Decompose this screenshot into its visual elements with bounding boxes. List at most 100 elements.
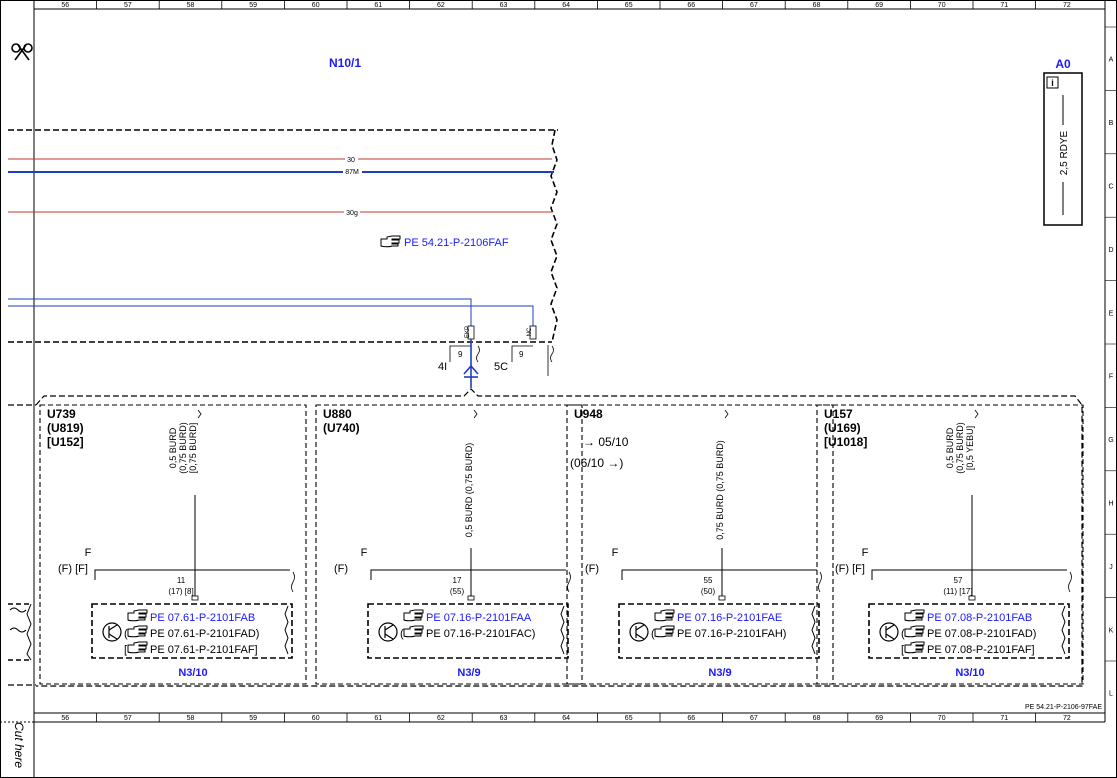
- fuse-alt-label: (F) [F]: [58, 563, 88, 575]
- svg-text:(: (: [901, 628, 905, 640]
- svg-text:PE 07.16-P-2101FAC): PE 07.16-P-2101FAC): [426, 628, 535, 640]
- column-number: 58: [187, 715, 195, 722]
- panel-1: U739(U819)[U152] 0,5 BURD (0,75 BURD) [0,75…: [39, 404, 307, 685]
- pin-number-left: 9: [458, 350, 463, 359]
- unit-code: U739: [47, 407, 76, 421]
- row-letter: G: [1108, 437, 1113, 444]
- wire-spec: 0,5 BURD: [168, 427, 178, 468]
- svg-text:PE 07.61-P-2101FAF]: PE 07.61-P-2101FAF]: [150, 644, 258, 656]
- svg-text:PE 07.61-P-2101FAB: PE 07.61-P-2101FAB: [150, 612, 255, 624]
- column-number: 61: [374, 715, 382, 722]
- reference-link[interactable]: PE 07.61-P-2101FAB: [127, 609, 255, 624]
- column-number: 71: [1000, 715, 1008, 722]
- fuse-label: F: [361, 547, 368, 559]
- unit-code: U880: [323, 407, 352, 421]
- svg-text:PE 07.16-P-2101FAH): PE 07.16-P-2101FAH): [677, 628, 786, 640]
- svg-text:87M: 87M: [345, 169, 359, 176]
- column-number: 62: [437, 715, 445, 722]
- row-letter: B: [1109, 120, 1114, 127]
- svg-text:(: (: [124, 628, 128, 640]
- wire-spec: (0,75 BURD): [178, 422, 188, 474]
- fuse-label: F: [85, 547, 92, 559]
- svg-text:30: 30: [347, 157, 355, 164]
- column-number: 72: [1063, 2, 1071, 9]
- a0-wire-label: 2,5 RDYE: [1059, 130, 1070, 175]
- reference-link[interactable]: PE 07.16-P-2101FAA: [403, 609, 532, 624]
- fuse-alt-label: (F) [F]: [835, 563, 865, 575]
- connector-ekp: EKP: [465, 325, 475, 340]
- transistor-icon: [102, 622, 122, 642]
- pin-label-right: 5C: [494, 361, 508, 373]
- left-partial-module: [8, 603, 32, 661]
- column-number: 61: [374, 2, 382, 9]
- module-label: N3/10: [178, 667, 207, 679]
- unit-code: (U169): [824, 421, 861, 435]
- row-letter: C: [1108, 184, 1113, 191]
- upper-enclosure: [8, 129, 558, 343]
- module-label: N3/10: [955, 667, 984, 679]
- column-number: 69: [875, 715, 883, 722]
- reference-link[interactable]: ( PE 07.08-P-2101FAD): [901, 625, 1036, 640]
- reference-link[interactable]: PE 07.08-P-2101FAB: [904, 609, 1032, 624]
- column-number: 70: [938, 2, 946, 9]
- panel-4: U157(U169)[U1018] 0,5 BURD (0,75 BURD) [0,5…: [816, 404, 1084, 685]
- pin-number-alt: (17) [8]: [168, 587, 193, 596]
- footer-reference: PE 54.21-P-2106-97FAE: [1025, 704, 1102, 711]
- column-number: 62: [437, 2, 445, 9]
- svg-text:PE 07.08-P-2101FAD): PE 07.08-P-2101FAD): [927, 628, 1036, 640]
- sheet-frame: [0, 0, 1117, 778]
- wire-30: 30: [8, 157, 552, 164]
- column-number: 58: [187, 2, 195, 9]
- signal-lines: [8, 298, 534, 326]
- column-number: 67: [750, 2, 758, 9]
- svg-text:NC: NC: [527, 327, 533, 336]
- column-ruler-top: 56 57 58 59 60 61 62 63 64 65 66 67 68 69 70 71 72: [61, 0, 1071, 9]
- wire-spec: [0,75 BURD]: [188, 423, 198, 474]
- cut-here-label: Cut here: [12, 722, 26, 769]
- column-number: 68: [813, 2, 821, 9]
- fuse-label: F: [862, 547, 869, 559]
- column-number: 60: [312, 2, 320, 9]
- svg-text:PE 07.08-P-2101FAB: PE 07.08-P-2101FAB: [927, 612, 1032, 624]
- pin-number: 57: [954, 576, 963, 585]
- module-label: N3/9: [457, 667, 480, 679]
- column-number: 63: [500, 715, 508, 722]
- reference-link[interactable]: [PE 07.61-P-2101FAF]: [124, 641, 258, 656]
- column-number: 72: [1063, 715, 1071, 722]
- column-number: 68: [813, 715, 821, 722]
- reference-link[interactable]: (PE 07.16-P-2101FAC): [400, 625, 535, 640]
- column-ruler-bottom: 56 57 58 59 60 61 62 63 64 65 66 67 68 69 70 71 72: [61, 713, 1071, 722]
- pin-number: 55: [704, 576, 713, 585]
- row-letter: J: [1109, 564, 1113, 571]
- column-number: 65: [625, 2, 633, 9]
- pin-number-alt: (50): [701, 587, 716, 596]
- row-ruler-right: A B C D E F G H J K L: [1105, 26, 1117, 698]
- reference-link[interactable]: [PE 07.08-P-2101FAF]: [901, 641, 1035, 656]
- fuse-alt-label: (F): [334, 563, 348, 575]
- transistor-icon: [378, 622, 398, 642]
- row-letter: F: [1109, 374, 1113, 381]
- row-letter: H: [1108, 501, 1113, 508]
- pin-number: 11: [177, 576, 186, 585]
- svg-text:i: i: [1051, 78, 1054, 88]
- unit-code: (U819): [47, 421, 84, 435]
- svg-text:30g: 30g: [346, 210, 358, 217]
- wire-spec: 0,5 BURD: [945, 427, 955, 468]
- reference-link[interactable]: (PE 07.61-P-2101FAD): [124, 625, 259, 640]
- top-reference-link[interactable]: PE 54.21-P-2106FAF: [380, 235, 509, 249]
- reference-link[interactable]: PE 07.16-P-2101FAE: [654, 609, 782, 624]
- svg-text:PE 07.16-P-2101FAA: PE 07.16-P-2101FAA: [426, 612, 532, 624]
- reference-link[interactable]: (PE 07.16-P-2101FAH): [651, 625, 786, 640]
- unit-code: U948: [574, 407, 603, 421]
- column-number: 70: [938, 715, 946, 722]
- module-title: N10/1: [329, 56, 361, 70]
- schematic-sheet: 56 57 58 59 60 61 62 63 64 65 66 67 68 69 70 71 72 56 57 5…: [0, 0, 1117, 778]
- column-number: 66: [687, 715, 695, 722]
- column-number: 60: [312, 715, 320, 722]
- svg-text:EKP: EKP: [465, 326, 471, 338]
- column-number: 63: [500, 2, 508, 9]
- svg-text:[: [: [901, 644, 904, 656]
- transistor-icon: [629, 622, 649, 642]
- fuse-label: F: [612, 547, 619, 559]
- panel-3: U948 → 05/10 (06/10 →) 0,75 BURD (0,75 BURD…: [566, 404, 834, 685]
